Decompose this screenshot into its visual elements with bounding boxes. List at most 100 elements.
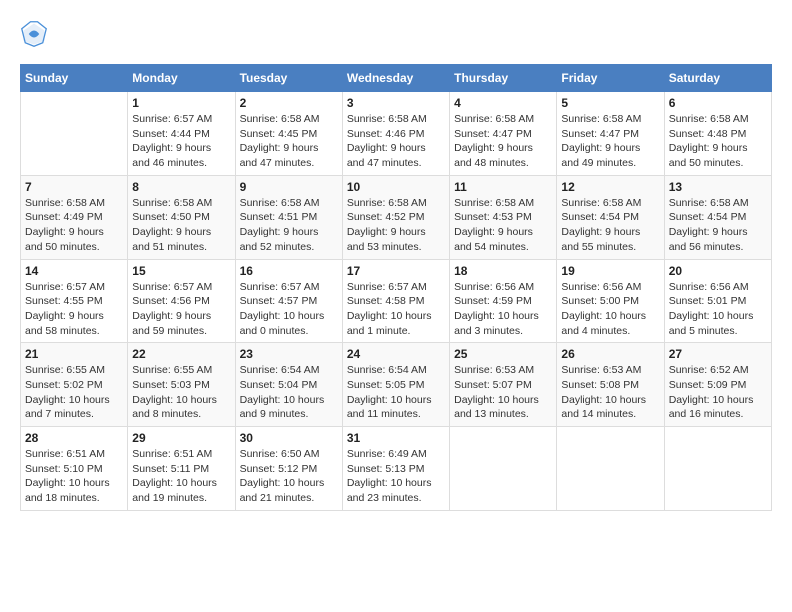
day-number: 30 <box>240 431 338 445</box>
calendar-cell <box>450 427 557 511</box>
day-info: Sunrise: 6:55 AM Sunset: 5:02 PM Dayligh… <box>25 363 123 422</box>
day-info: Sunrise: 6:57 AM Sunset: 4:56 PM Dayligh… <box>132 280 230 339</box>
day-number: 13 <box>669 180 767 194</box>
day-info: Sunrise: 6:58 AM Sunset: 4:54 PM Dayligh… <box>561 196 659 255</box>
day-info: Sunrise: 6:58 AM Sunset: 4:51 PM Dayligh… <box>240 196 338 255</box>
calendar-cell: 2 Sunrise: 6:58 AM Sunset: 4:45 PM Daylig… <box>235 92 342 176</box>
day-info: Sunrise: 6:58 AM Sunset: 4:53 PM Dayligh… <box>454 196 552 255</box>
calendar-cell <box>21 92 128 176</box>
calendar-cell: 11 Sunrise: 6:58 AM Sunset: 4:53 PM Dayli… <box>450 175 557 259</box>
calendar-week-row: 14 Sunrise: 6:57 AM Sunset: 4:55 PM Dayli… <box>21 259 772 343</box>
day-number: 11 <box>454 180 552 194</box>
day-number: 16 <box>240 264 338 278</box>
day-number: 8 <box>132 180 230 194</box>
day-number: 23 <box>240 347 338 361</box>
calendar-cell: 29Sunrise: 6:51 AM Sunset: 5:11 PM Dayli… <box>128 427 235 511</box>
day-info: Sunrise: 6:56 AM Sunset: 4:59 PM Dayligh… <box>454 280 552 339</box>
calendar-cell <box>557 427 664 511</box>
day-info: Sunrise: 6:57 AM Sunset: 4:58 PM Dayligh… <box>347 280 445 339</box>
calendar-cell: 30 Sunrise: 6:50 AM Sunset: 5:12 PM Dayli… <box>235 427 342 511</box>
calendar-cell: 4 Sunrise: 6:58 AM Sunset: 4:47 PM Daylig… <box>450 92 557 176</box>
column-header-sunday: Sunday <box>21 65 128 92</box>
calendar-cell: 10 Sunrise: 6:58 AM Sunset: 4:52 PM Dayli… <box>342 175 449 259</box>
day-number: 20 <box>669 264 767 278</box>
calendar-cell: 7Sunrise: 6:58 AM Sunset: 4:49 PM Daylig… <box>21 175 128 259</box>
day-number: 10 <box>347 180 445 194</box>
calendar-cell: 26Sunrise: 6:53 AM Sunset: 5:08 PM Dayli… <box>557 343 664 427</box>
day-number: 18 <box>454 264 552 278</box>
day-info: Sunrise: 6:55 AM Sunset: 5:03 PM Dayligh… <box>132 363 230 422</box>
calendar-cell: 16 Sunrise: 6:57 AM Sunset: 4:57 PM Dayli… <box>235 259 342 343</box>
column-header-tuesday: Tuesday <box>235 65 342 92</box>
calendar-cell: 25 Sunrise: 6:53 AM Sunset: 5:07 PM Dayli… <box>450 343 557 427</box>
logo-icon <box>20 20 48 48</box>
calendar-header-row: SundayMondayTuesdayWednesdayThursdayFrid… <box>21 65 772 92</box>
calendar-cell: 3 Sunrise: 6:58 AM Sunset: 4:46 PM Daylig… <box>342 92 449 176</box>
column-header-thursday: Thursday <box>450 65 557 92</box>
calendar-cell: 5 Sunrise: 6:58 AM Sunset: 4:47 PM Daylig… <box>557 92 664 176</box>
day-info: Sunrise: 6:58 AM Sunset: 4:45 PM Dayligh… <box>240 112 338 171</box>
calendar-cell <box>664 427 771 511</box>
day-info: Sunrise: 6:58 AM Sunset: 4:47 PM Dayligh… <box>454 112 552 171</box>
calendar-cell: 24Sunrise: 6:54 AM Sunset: 5:05 PM Dayli… <box>342 343 449 427</box>
calendar-cell: 21 Sunrise: 6:55 AM Sunset: 5:02 PM Dayli… <box>21 343 128 427</box>
day-number: 25 <box>454 347 552 361</box>
calendar-cell: 18 Sunrise: 6:56 AM Sunset: 4:59 PM Dayli… <box>450 259 557 343</box>
day-info: Sunrise: 6:53 AM Sunset: 5:07 PM Dayligh… <box>454 363 552 422</box>
day-number: 4 <box>454 96 552 110</box>
day-info: Sunrise: 6:50 AM Sunset: 5:12 PM Dayligh… <box>240 447 338 506</box>
calendar-cell: 12 Sunrise: 6:58 AM Sunset: 4:54 PM Dayli… <box>557 175 664 259</box>
day-number: 15 <box>132 264 230 278</box>
column-header-saturday: Saturday <box>664 65 771 92</box>
day-number: 19 <box>561 264 659 278</box>
calendar-cell: 17 Sunrise: 6:57 AM Sunset: 4:58 PM Dayli… <box>342 259 449 343</box>
day-info: Sunrise: 6:57 AM Sunset: 4:55 PM Dayligh… <box>25 280 123 339</box>
day-number: 6 <box>669 96 767 110</box>
calendar-cell: 28 Sunrise: 6:51 AM Sunset: 5:10 PM Dayli… <box>21 427 128 511</box>
page-header <box>20 20 772 48</box>
day-info: Sunrise: 6:58 AM Sunset: 4:52 PM Dayligh… <box>347 196 445 255</box>
day-info: Sunrise: 6:58 AM Sunset: 4:50 PM Dayligh… <box>132 196 230 255</box>
calendar-week-row: 28 Sunrise: 6:51 AM Sunset: 5:10 PM Dayli… <box>21 427 772 511</box>
day-number: 3 <box>347 96 445 110</box>
calendar-cell: 22 Sunrise: 6:55 AM Sunset: 5:03 PM Dayli… <box>128 343 235 427</box>
day-info: Sunrise: 6:58 AM Sunset: 4:54 PM Dayligh… <box>669 196 767 255</box>
logo <box>20 20 52 48</box>
day-info: Sunrise: 6:57 AM Sunset: 4:44 PM Dayligh… <box>132 112 230 171</box>
day-number: 21 <box>25 347 123 361</box>
day-number: 2 <box>240 96 338 110</box>
day-number: 17 <box>347 264 445 278</box>
day-info: Sunrise: 6:58 AM Sunset: 4:48 PM Dayligh… <box>669 112 767 171</box>
day-number: 12 <box>561 180 659 194</box>
calendar-cell: 8 Sunrise: 6:58 AM Sunset: 4:50 PM Daylig… <box>128 175 235 259</box>
day-info: Sunrise: 6:54 AM Sunset: 5:04 PM Dayligh… <box>240 363 338 422</box>
column-header-monday: Monday <box>128 65 235 92</box>
day-info: Sunrise: 6:58 AM Sunset: 4:49 PM Dayligh… <box>25 196 123 255</box>
calendar-cell: 20Sunrise: 6:56 AM Sunset: 5:01 PM Dayli… <box>664 259 771 343</box>
day-number: 24 <box>347 347 445 361</box>
column-header-friday: Friday <box>557 65 664 92</box>
day-info: Sunrise: 6:56 AM Sunset: 5:00 PM Dayligh… <box>561 280 659 339</box>
day-info: Sunrise: 6:57 AM Sunset: 4:57 PM Dayligh… <box>240 280 338 339</box>
calendar-cell: 1Sunrise: 6:57 AM Sunset: 4:44 PM Daylig… <box>128 92 235 176</box>
day-number: 9 <box>240 180 338 194</box>
calendar-week-row: 7Sunrise: 6:58 AM Sunset: 4:49 PM Daylig… <box>21 175 772 259</box>
calendar-week-row: 1Sunrise: 6:57 AM Sunset: 4:44 PM Daylig… <box>21 92 772 176</box>
calendar-cell: 14 Sunrise: 6:57 AM Sunset: 4:55 PM Dayli… <box>21 259 128 343</box>
calendar-table: SundayMondayTuesdayWednesdayThursdayFrid… <box>20 64 772 511</box>
calendar-cell: 13 Sunrise: 6:58 AM Sunset: 4:54 PM Dayli… <box>664 175 771 259</box>
day-info: Sunrise: 6:58 AM Sunset: 4:46 PM Dayligh… <box>347 112 445 171</box>
calendar-cell: 9 Sunrise: 6:58 AM Sunset: 4:51 PM Daylig… <box>235 175 342 259</box>
day-number: 28 <box>25 431 123 445</box>
day-info: Sunrise: 6:58 AM Sunset: 4:47 PM Dayligh… <box>561 112 659 171</box>
day-number: 31 <box>347 431 445 445</box>
day-number: 22 <box>132 347 230 361</box>
calendar-cell: 19 Sunrise: 6:56 AM Sunset: 5:00 PM Dayli… <box>557 259 664 343</box>
day-info: Sunrise: 6:51 AM Sunset: 5:10 PM Dayligh… <box>25 447 123 506</box>
day-number: 5 <box>561 96 659 110</box>
day-info: Sunrise: 6:51 AM Sunset: 5:11 PM Dayligh… <box>132 447 230 506</box>
day-info: Sunrise: 6:49 AM Sunset: 5:13 PM Dayligh… <box>347 447 445 506</box>
calendar-cell: 15 Sunrise: 6:57 AM Sunset: 4:56 PM Dayli… <box>128 259 235 343</box>
calendar-cell: 23 Sunrise: 6:54 AM Sunset: 5:04 PM Dayli… <box>235 343 342 427</box>
day-number: 14 <box>25 264 123 278</box>
